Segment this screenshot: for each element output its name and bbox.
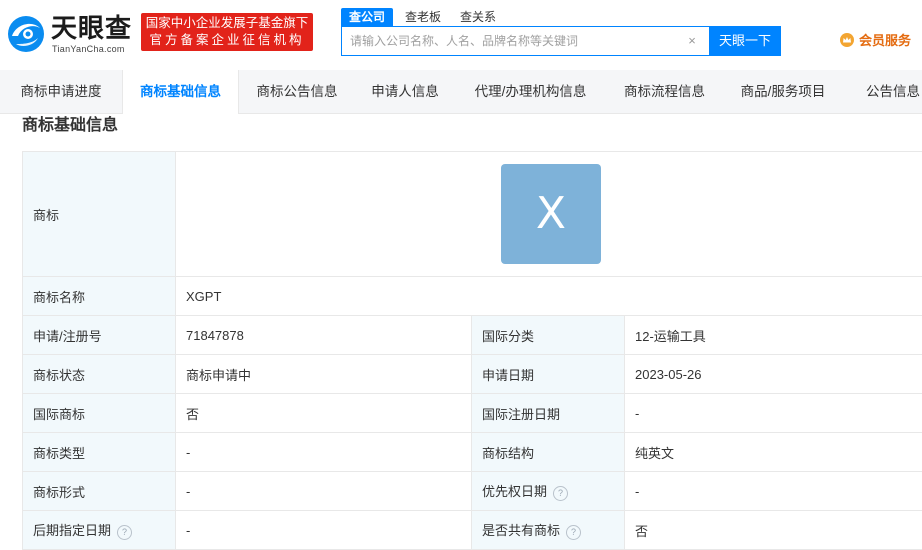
tab-announcement-info[interactable]: 商标公告信息 <box>239 70 355 113</box>
top-header: 天眼查 TianYanCha.com 国家中小企业发展子基金旗下 官方备案企业征… <box>0 0 922 70</box>
field-value-text: 纯英文 <box>635 446 674 461</box>
member-service-label: 会员服务 <box>859 33 911 48</box>
field-value-text: 71847878 <box>186 328 244 343</box>
trademark-logo-cell: X <box>176 152 922 277</box>
field-label: 商标形式 <box>23 472 176 511</box>
table-row: 商标类型 - 商标结构 纯英文 <box>23 433 922 472</box>
field-label-text: 商标结构 <box>482 446 534 461</box>
field-label-text: 申请/注册号 <box>33 329 102 344</box>
field-value-text: 否 <box>635 524 648 539</box>
field-value-text: - <box>635 406 639 421</box>
field-label: 商标结构 <box>472 433 625 472</box>
field-label-text: 优先权日期 <box>482 484 547 499</box>
search-tab-boss[interactable]: 查老板 <box>405 8 441 26</box>
help-icon[interactable]: ? <box>117 525 132 540</box>
tab-agency-info[interactable]: 代理/办理机构信息 <box>455 70 606 113</box>
field-label-text: 商标形式 <box>33 485 85 500</box>
field-label-text: 国际注册日期 <box>482 407 560 422</box>
field-value: 否 <box>625 511 922 550</box>
field-value: 纯英文 <box>625 433 922 472</box>
detail-nav-tabs: 商标申请进度 商标基础信息 商标公告信息 申请人信息 代理/办理机构信息 商标流… <box>0 70 922 114</box>
trademark-name-value: XGPT <box>176 277 922 316</box>
search-tab-relation[interactable]: 查关系 <box>460 8 496 26</box>
table-row: 商标形式-优先权日期?- <box>23 472 922 511</box>
field-label: 后期指定日期? <box>23 511 176 550</box>
trademark-logo-image[interactable]: X <box>501 164 601 264</box>
trademark-logo-label: 商标 <box>23 152 176 277</box>
field-label-text: 是否共有商标 <box>482 523 560 538</box>
table-row: 申请/注册号 71847878 国际分类 12-运输工具 <box>23 316 922 355</box>
search-box: × 天眼一下 <box>341 26 781 56</box>
help-icon[interactable]: ? <box>566 525 581 540</box>
tab-bulletin-info[interactable]: 公告信息 <box>843 70 922 113</box>
member-service-link[interactable]: 会员服务 <box>840 32 911 50</box>
clear-icon[interactable]: × <box>685 34 699 48</box>
logo-title: 天眼查 <box>51 12 132 44</box>
field-label: 商标类型 <box>23 433 176 472</box>
field-value: 商标申请中 <box>176 355 472 394</box>
logo-mark-icon <box>6 14 46 54</box>
table-row: 商标状态 商标申请中 申请日期 2023-05-26 <box>23 355 922 394</box>
field-value: 2023-05-26 <box>625 355 922 394</box>
table-row: 国际商标 否 国际注册日期 - <box>23 394 922 433</box>
search-button[interactable]: 天眼一下 <box>709 26 781 56</box>
tab-basic-info[interactable]: 商标基础信息 <box>122 70 239 114</box>
crown-icon <box>840 33 854 47</box>
field-value-text: - <box>186 484 190 499</box>
tab-goods-services[interactable]: 商品/服务项目 <box>723 70 843 113</box>
section-title: 商标基础信息 <box>22 116 118 136</box>
field-label-text: 申请日期 <box>482 368 534 383</box>
field-label: 国际分类 <box>472 316 625 355</box>
field-label: 国际注册日期 <box>472 394 625 433</box>
field-label-text: 国际分类 <box>482 329 534 344</box>
badge-line-1: 国家中小企业发展子基金旗下 <box>141 15 313 31</box>
field-value-text: - <box>186 445 190 460</box>
field-label: 是否共有商标? <box>472 511 625 550</box>
field-value: - <box>176 511 472 550</box>
help-icon[interactable]: ? <box>553 486 568 501</box>
field-label-text: 商标类型 <box>33 446 85 461</box>
field-value-text: 12-运输工具 <box>635 329 706 344</box>
field-label: 优先权日期? <box>472 472 625 511</box>
field-value-text: - <box>635 484 639 499</box>
field-value-text: - <box>186 523 190 538</box>
search-input[interactable] <box>342 27 680 55</box>
badge-line-2: 官方备案企业征信机构 <box>141 32 313 48</box>
field-value: - <box>625 394 922 433</box>
logo-domain: TianYanCha.com <box>52 44 125 54</box>
table-row: 商标 X <box>23 152 922 277</box>
field-label: 国际商标 <box>23 394 176 433</box>
field-label-text: 商标状态 <box>33 368 85 383</box>
field-label: 商标状态 <box>23 355 176 394</box>
field-value: - <box>625 472 922 511</box>
field-value-text: 否 <box>186 407 199 422</box>
search-tab-company[interactable]: 查公司 <box>341 8 393 26</box>
field-value-text: 2023-05-26 <box>635 367 702 382</box>
field-label: 申请/注册号 <box>23 316 176 355</box>
field-value-text: 商标申请中 <box>186 368 251 383</box>
trademark-info-table: 商标 X 商标名称 XGPT 申请/注册号 71847878 国际分类 12-运输工具… <box>22 151 922 550</box>
table-row: 商标名称 XGPT <box>23 277 922 316</box>
field-label-text: 后期指定日期 <box>33 523 111 538</box>
trademark-name-label: 商标名称 <box>23 277 176 316</box>
official-badge: 国家中小企业发展子基金旗下 官方备案企业征信机构 <box>141 13 313 51</box>
field-value: 12-运输工具 <box>625 316 922 355</box>
table-row: 后期指定日期?-是否共有商标?否 <box>23 511 922 550</box>
tab-application-progress[interactable]: 商标申请进度 <box>0 70 122 113</box>
field-value: 否 <box>176 394 472 433</box>
tab-applicant-info[interactable]: 申请人信息 <box>355 70 455 113</box>
field-label: 申请日期 <box>472 355 625 394</box>
field-value: - <box>176 472 472 511</box>
field-value: 71847878 <box>176 316 472 355</box>
field-value: - <box>176 433 472 472</box>
site-logo[interactable]: 天眼查 TianYanCha.com <box>6 12 134 56</box>
tab-process-info[interactable]: 商标流程信息 <box>606 70 723 113</box>
field-label-text: 国际商标 <box>33 407 85 422</box>
